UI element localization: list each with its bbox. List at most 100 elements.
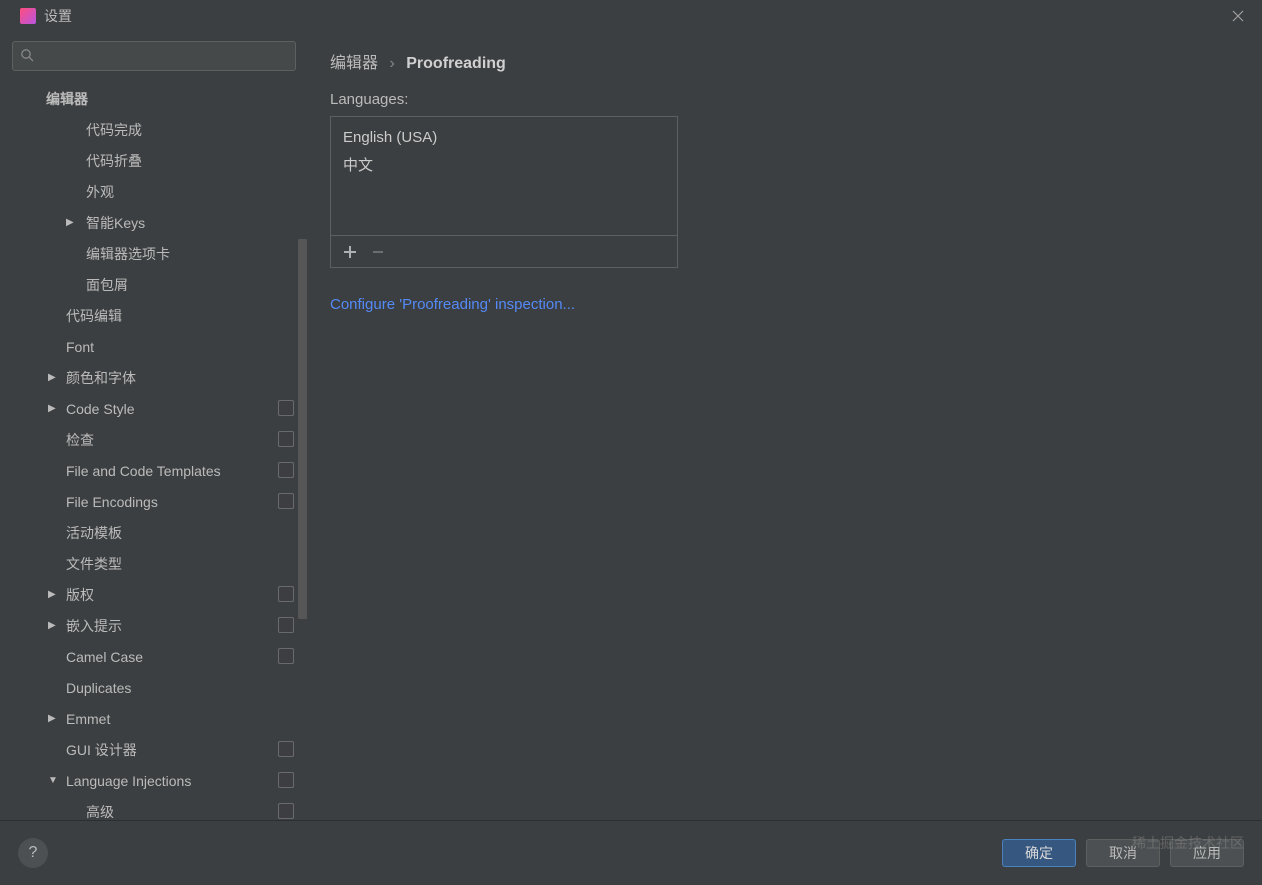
project-scope-icon [280, 650, 294, 664]
tree-item[interactable]: Camel Case [0, 641, 308, 672]
project-scope-icon [280, 402, 294, 416]
tree-item-label: 代码完成 [86, 120, 142, 140]
tree-item[interactable]: GUI 设计器 [0, 734, 308, 765]
project-scope-icon [280, 774, 294, 788]
settings-content: 编辑器 › Proofreading Languages: English (U… [308, 31, 1262, 820]
tree-item[interactable]: ▼ Language Injections [0, 765, 308, 796]
project-scope-icon [280, 619, 294, 633]
titlebar: 设置 [0, 0, 1262, 31]
language-item[interactable]: 中文 [337, 150, 671, 179]
project-scope-icon [280, 495, 294, 509]
tree-item[interactable]: 文件类型 [0, 548, 308, 579]
chevron-right-icon: ▶ [48, 713, 58, 724]
tree-item[interactable]: ▶ Code Style [0, 393, 308, 424]
tree-item-label: 高级 [86, 802, 114, 821]
project-scope-icon [280, 464, 294, 478]
tree-item[interactable]: 检查 [0, 424, 308, 455]
project-scope-icon [280, 433, 294, 447]
project-scope-icon [280, 743, 294, 757]
chevron-down-icon: ▼ [48, 775, 58, 786]
tree-item-label: Font [66, 339, 94, 355]
languages-toolbar [331, 235, 677, 267]
settings-tree[interactable]: 编辑器 代码完成代码折叠外观 ▶ 智能Keys 编辑器选项卡面包屑代码编辑 Font ▶ 颜… [0, 79, 308, 820]
chevron-right-icon: ▶ [66, 217, 76, 228]
apply-button[interactable]: 应用 [1170, 839, 1244, 867]
tree-item[interactable]: 代码编辑 [0, 300, 308, 331]
tree-item[interactable]: 外观 [0, 176, 308, 207]
tree-item-label: 代码折叠 [86, 151, 142, 171]
tree-item-label: Language Injections [66, 773, 191, 789]
chevron-right-icon: ▶ [48, 403, 58, 414]
tree-item-label: 嵌入提示 [66, 616, 122, 636]
languages-box: English (USA)中文 [330, 116, 678, 268]
tree-item-label: Camel Case [66, 649, 143, 665]
chevron-right-icon: ▶ [48, 620, 58, 631]
breadcrumb: 编辑器 › Proofreading [330, 49, 1240, 73]
apply-label: 应用 [1193, 843, 1221, 863]
tree-item-label: Emmet [66, 711, 110, 727]
ok-button[interactable]: 确定 [1002, 839, 1076, 867]
languages-list[interactable]: English (USA)中文 [331, 117, 677, 235]
tree-item-label: File Encodings [66, 494, 158, 510]
tree-item[interactable]: Font [0, 331, 308, 362]
close-icon [1232, 10, 1244, 22]
tree-item-label: 颜色和字体 [66, 368, 136, 388]
tree-item-label: GUI 设计器 [66, 740, 137, 760]
cancel-label: 取消 [1109, 843, 1137, 863]
tree-item-label: Code Style [66, 401, 134, 417]
tree-item[interactable]: File Encodings [0, 486, 308, 517]
configure-inspection-link[interactable]: Configure 'Proofreading' inspection... [330, 296, 575, 313]
settings-sidebar: 编辑器 代码完成代码折叠外观 ▶ 智能Keys 编辑器选项卡面包屑代码编辑 Font ▶ 颜… [0, 31, 308, 820]
search-wrap [0, 41, 308, 79]
breadcrumb-separator: › [389, 55, 394, 72]
scrollbar-thumb[interactable] [298, 239, 307, 619]
dialog-footer: ? 确定 取消 应用 [0, 820, 1262, 885]
tree-item-label: 活动模板 [66, 523, 122, 543]
tree-item-label: 编辑器选项卡 [86, 244, 170, 264]
search-icon [20, 48, 34, 62]
app-icon [20, 8, 36, 24]
tree-item[interactable]: File and Code Templates [0, 455, 308, 486]
tree-item-label: 面包屑 [86, 275, 128, 295]
tree-item[interactable]: 代码完成 [0, 114, 308, 145]
tree-item[interactable]: 高级 [0, 796, 308, 820]
tree-item[interactable]: 编辑器选项卡 [0, 238, 308, 269]
tree-item-label: 检查 [66, 430, 94, 450]
tree-item-label: 代码编辑 [66, 306, 122, 326]
breadcrumb-root[interactable]: 编辑器 [330, 55, 378, 72]
tree-item-label: 文件类型 [66, 554, 122, 574]
tree-item[interactable]: 代码折叠 [0, 145, 308, 176]
cancel-button[interactable]: 取消 [1086, 839, 1160, 867]
tree-item[interactable]: ▶ Emmet [0, 703, 308, 734]
tree-item-label: Duplicates [66, 680, 131, 696]
tree-item[interactable]: 面包屑 [0, 269, 308, 300]
project-scope-icon [280, 588, 294, 602]
tree-header-editor[interactable]: 编辑器 [0, 83, 308, 114]
add-language-button[interactable] [339, 245, 361, 259]
tree-item[interactable]: ▶ 颜色和字体 [0, 362, 308, 393]
breadcrumb-current: Proofreading [406, 55, 506, 72]
help-button[interactable]: ? [18, 838, 48, 868]
tree-item[interactable]: ▶版权 [0, 579, 308, 610]
main-area: 编辑器 代码完成代码折叠外观 ▶ 智能Keys 编辑器选项卡面包屑代码编辑 Font ▶ 颜… [0, 31, 1262, 820]
window-title: 设置 [44, 6, 72, 26]
languages-label: Languages: [330, 91, 1240, 108]
ok-label: 确定 [1025, 843, 1053, 863]
tree-header-label: 编辑器 [46, 89, 88, 109]
tree-item-label: 版权 [66, 585, 94, 605]
project-scope-icon [280, 805, 294, 819]
close-button[interactable] [1222, 4, 1254, 28]
search-input[interactable] [12, 41, 296, 71]
language-item[interactable]: English (USA) [337, 125, 671, 150]
tree-item-label: 智能Keys [86, 213, 145, 233]
chevron-right-icon: ▶ [48, 372, 58, 383]
tree-item-label: File and Code Templates [66, 463, 221, 479]
help-icon: ? [29, 844, 38, 862]
tree-item-label: 外观 [86, 182, 114, 202]
plus-icon [343, 245, 357, 259]
tree-item[interactable]: ▶ 智能Keys [0, 207, 308, 238]
tree-item[interactable]: Duplicates [0, 672, 308, 703]
minus-icon [371, 245, 385, 259]
tree-item[interactable]: 活动模板 [0, 517, 308, 548]
tree-item[interactable]: ▶ 嵌入提示 [0, 610, 308, 641]
